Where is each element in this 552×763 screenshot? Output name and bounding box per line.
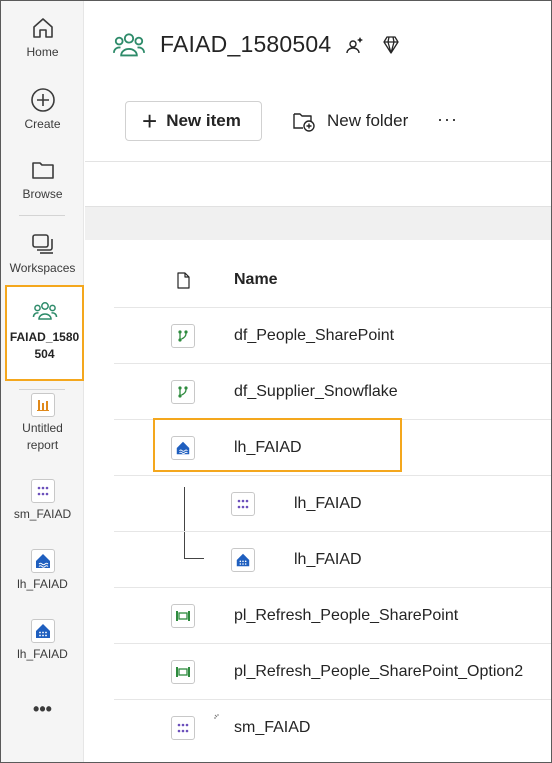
new-folder-icon: [293, 113, 315, 132]
nav-browse[interactable]: Browse: [1, 157, 84, 203]
semantic-model-icon: [231, 492, 255, 516]
table-row[interactable]: pl_Refresh_People_SharePoint: [114, 588, 551, 644]
dataflow-icon: [171, 380, 195, 404]
nav-active-workspace[interactable]: FAIAD_1580 504: [5, 285, 84, 381]
new-folder-button[interactable]: New folder: [292, 101, 408, 141]
new-folder-label: New folder: [327, 111, 409, 130]
create-plus-icon: [30, 88, 55, 112]
page-title: FAIAD_1580504: [160, 31, 332, 57]
sparkle-icon: [214, 714, 219, 719]
pipeline-icon: [171, 604, 195, 628]
rail-divider: [19, 215, 65, 216]
premium-diamond-icon[interactable]: [380, 34, 402, 56]
nav-home[interactable]: Home: [1, 15, 84, 61]
filter-bar: [85, 206, 551, 240]
recent-item-label: lh_FAIAD: [17, 647, 68, 661]
pipeline-icon: [171, 660, 195, 684]
workspace-icon: [32, 302, 57, 320]
rail-divider: [19, 389, 65, 390]
dataflow-icon: [171, 324, 195, 348]
workspace-toolbar: + New item New folder ···: [85, 89, 551, 159]
row-name[interactable]: pl_Refresh_People_SharePoint: [234, 607, 458, 625]
highlight-box: [153, 418, 402, 472]
nav-recent-sm-faiad[interactable]: sm_FAIAD: [1, 479, 84, 523]
semantic-model-icon: [171, 716, 195, 740]
table-row[interactable]: df_Supplier_Snowflake: [114, 364, 551, 420]
report-icon: [30, 393, 55, 417]
recent-item-label-line2: report: [26, 438, 59, 452]
row-name[interactable]: lh_FAIAD: [294, 551, 362, 569]
active-workspace-label-line2: 504: [34, 347, 55, 361]
row-name[interactable]: df_People_SharePoint: [234, 327, 394, 345]
nav-recent-untitled-report[interactable]: Untitled report: [1, 393, 84, 454]
nav-workspaces-label: Workspaces: [9, 261, 76, 275]
lakehouse-icon: [30, 549, 55, 573]
recent-item-label-line1: Untitled: [22, 421, 63, 435]
nav-create-label: Create: [24, 117, 61, 131]
table-row[interactable]: lh_FAIAD: [114, 476, 551, 532]
nav-browse-label: Browse: [22, 187, 63, 201]
home-icon: [32, 18, 53, 38]
table-row[interactable]: df_People_SharePoint: [114, 308, 551, 364]
recent-item-label: lh_FAIAD: [17, 577, 68, 591]
column-header-name[interactable]: Name: [234, 271, 278, 289]
new-item-button[interactable]: + New item: [125, 101, 262, 141]
workspace-identity-icon[interactable]: [344, 34, 366, 56]
new-item-label: New item: [166, 111, 241, 130]
row-name[interactable]: lh_FAIAD: [294, 495, 362, 513]
workspace-header: FAIAD_1580504: [85, 1, 551, 89]
active-workspace-label-line1: FAIAD_1580: [9, 330, 80, 344]
nav-more-button[interactable]: •••: [1, 699, 84, 720]
nav-create[interactable]: Create: [1, 87, 84, 133]
sql-endpoint-icon: [30, 619, 55, 643]
row-name[interactable]: df_Supplier_Snowflake: [234, 383, 398, 401]
table-row[interactable]: sm_FAIAD: [114, 700, 551, 756]
row-name[interactable]: sm_FAIAD: [234, 719, 310, 737]
file-type-icon: [177, 272, 190, 289]
nav-workspaces[interactable]: Workspaces: [1, 231, 84, 277]
workspaces-icon: [31, 234, 53, 254]
workspace-icon: [113, 33, 145, 57]
nav-home-label: Home: [26, 45, 59, 59]
app-window: Home Create Browse Workspaces FAIAD_1580…: [0, 0, 552, 763]
nav-recent-lh-faiad-sql[interactable]: lh_FAIAD: [1, 619, 84, 663]
folder-icon: [31, 162, 54, 179]
row-name[interactable]: pl_Refresh_People_SharePoint_Option2: [234, 663, 523, 681]
table-row[interactable]: lh_FAIAD: [114, 532, 551, 588]
semantic-model-icon: [30, 479, 55, 503]
sql-endpoint-icon: [231, 548, 255, 572]
left-nav-rail: Home Create Browse Workspaces FAIAD_1580…: [1, 1, 84, 762]
toolbar-more-button[interactable]: ···: [437, 109, 458, 130]
plus-icon: +: [142, 106, 158, 136]
table-header-row: Name: [114, 252, 551, 308]
table-row[interactable]: pl_Refresh_People_SharePoint_Option2: [114, 644, 551, 700]
toolbar-divider: [85, 161, 551, 162]
nav-recent-lh-faiad[interactable]: lh_FAIAD: [1, 549, 84, 593]
recent-item-label: sm_FAIAD: [13, 507, 72, 521]
